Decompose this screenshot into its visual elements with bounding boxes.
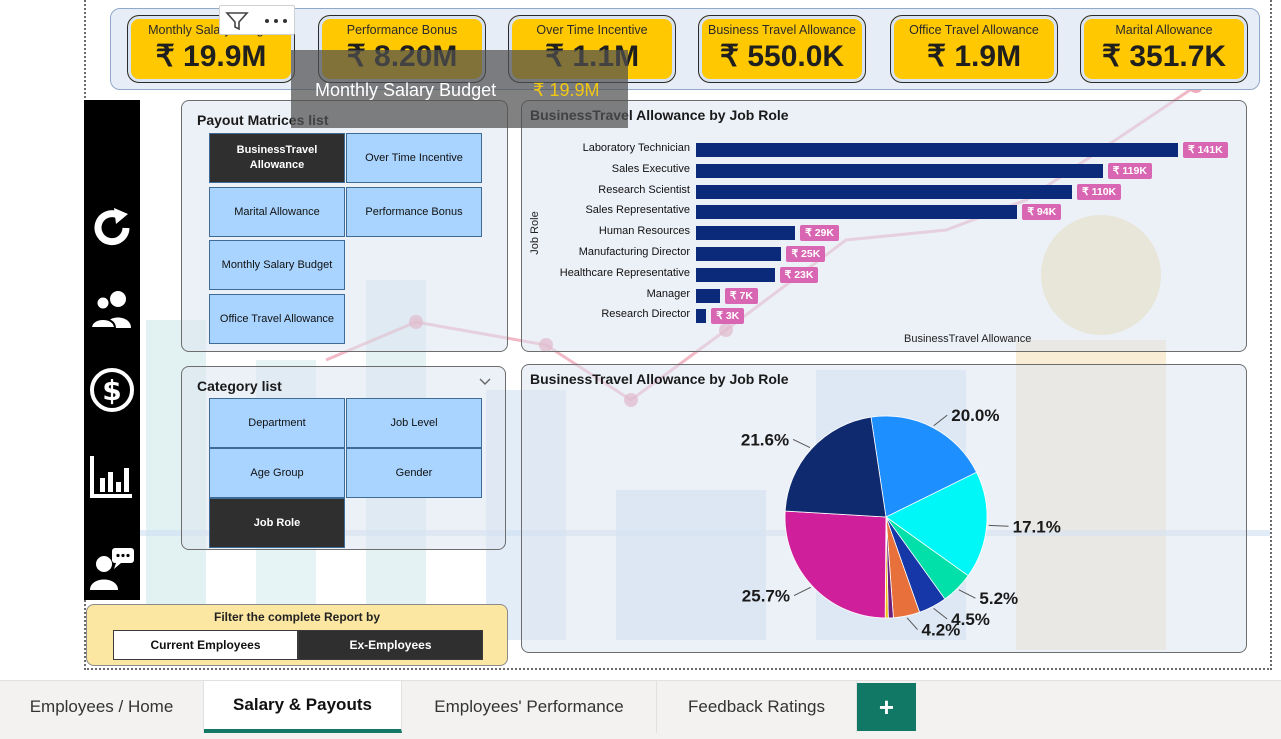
- bar[interactable]: [696, 163, 1103, 178]
- navigation-sidebar: $: [84, 100, 140, 600]
- bar-data-label: ₹ 7K: [724, 287, 758, 304]
- kpi-value: ₹ 351.7K: [1101, 40, 1227, 73]
- bar-category-label: Human Resources: [598, 225, 690, 238]
- bar-chart-panel: BusinessTravel Allowance by Job Role Job…: [521, 100, 1247, 352]
- bar[interactable]: [696, 267, 775, 282]
- tab-employees-performance[interactable]: Employees' Performance: [402, 681, 657, 733]
- kpi-label: Marital Allowance: [1115, 23, 1213, 37]
- pie-slice[interactable]: [784, 510, 887, 619]
- bar-data-label: ₹ 141K: [1183, 142, 1228, 158]
- bar-chart-icon[interactable]: [88, 452, 136, 500]
- bar[interactable]: [696, 143, 1178, 157]
- pie-chart-panel: BusinessTravel Allowance by Job Role 20.…: [521, 364, 1247, 653]
- bar[interactable]: [696, 205, 1018, 220]
- slicer-item-department[interactable]: Department: [209, 398, 345, 448]
- payout-matrices-slicer: Payout Matrices list BusinessTravel Allo…: [181, 100, 508, 352]
- bar-category-label: Healthcare Representative: [559, 266, 690, 279]
- pie-leader-line: [933, 607, 948, 620]
- feedback-icon[interactable]: [88, 544, 136, 592]
- refresh-icon[interactable]: [88, 204, 136, 252]
- pie-data-label: 25.7%: [742, 587, 790, 606]
- kpi-value: ₹ 550.0K: [719, 40, 845, 73]
- current-employees-button[interactable]: Current Employees: [113, 630, 298, 660]
- pie-data-label: 5.2%: [979, 589, 1018, 608]
- bar-category-label: Manufacturing Director: [578, 246, 690, 258]
- kpi-card-office-travel[interactable]: Office Travel Allowance ₹ 1.9M: [890, 15, 1058, 83]
- slicer-item-age-group[interactable]: Age Group: [209, 448, 345, 498]
- slicer-item-job-level[interactable]: Job Level: [346, 398, 482, 448]
- bar[interactable]: [696, 184, 1073, 199]
- pie-data-label: 4.2%: [922, 621, 961, 640]
- dollar-icon[interactable]: $: [88, 366, 136, 414]
- slicer-item-gender[interactable]: Gender: [346, 448, 482, 498]
- bar-data-label: ₹ 23K: [779, 266, 819, 283]
- pie-data-label: 21.6%: [741, 430, 789, 449]
- bar-data-label: ₹ 25K: [786, 246, 826, 262]
- bar-data-label: ₹ 29K: [800, 225, 839, 242]
- pie-data-label: 17.1%: [1013, 517, 1061, 536]
- bar-data-label: ₹ 110K: [1077, 183, 1122, 200]
- panel-title: Category list: [197, 378, 282, 394]
- bar-category-label: Laboratory Technician: [582, 142, 690, 154]
- pie-leader-line: [906, 617, 918, 630]
- pie-slice[interactable]: [784, 416, 887, 518]
- svg-text:$: $: [102, 374, 121, 407]
- bar-category-label: Research Scientist: [598, 183, 690, 196]
- bar-category-label: Manager: [646, 287, 690, 300]
- bar[interactable]: [696, 288, 720, 303]
- bar-category-label: Research Director: [601, 308, 690, 321]
- pie-chart: 20.0%17.1%5.2%4.5%4.2%25.7%21.6%: [741, 406, 1061, 640]
- pie-data-label: 20.0%: [951, 406, 999, 425]
- filter-icon[interactable]: [225, 10, 249, 32]
- kpi-value: ₹ 1.9M: [926, 40, 1022, 73]
- x-axis-title: BusinessTravel Allowance: [904, 333, 1032, 345]
- tooltip-label: Monthly Salary Budget: [315, 80, 497, 100]
- employee-filter-bar: Filter the complete Report by Current Em…: [86, 604, 508, 666]
- kpi-label: Business Travel Allowance: [708, 23, 856, 37]
- pie-leader-line: [792, 438, 811, 448]
- tooltip: Monthly Salary Budget ₹ 19.9M: [291, 50, 628, 128]
- tab-feedback-ratings[interactable]: Feedback Ratings: [657, 681, 857, 733]
- kpi-value: ₹ 19.9M: [155, 40, 267, 73]
- bar[interactable]: [696, 309, 707, 324]
- tab-salary-payouts[interactable]: Salary & Payouts: [204, 681, 402, 733]
- slicer-item-office-travel[interactable]: Office Travel Allowance: [209, 294, 345, 344]
- bar-data-label: ₹ 3K: [711, 308, 745, 325]
- slicer-item-performance[interactable]: Performance Bonus: [346, 187, 482, 237]
- users-icon[interactable]: [88, 286, 136, 334]
- slicer-item-job-role[interactable]: Job Role: [209, 498, 345, 548]
- pie-leader-line: [793, 586, 811, 596]
- slicer-item-marital[interactable]: Marital Allowance: [209, 187, 345, 237]
- kpi-card-marital-allowance[interactable]: Marital Allowance ₹ 351.7K: [1080, 15, 1248, 83]
- bar[interactable]: [696, 247, 782, 261]
- filter-bar-title: Filter the complete Report by: [213, 610, 381, 624]
- bar-category-label: Sales Representative: [585, 204, 690, 217]
- slicer-item-business-travel[interactable]: BusinessTravel Allowance: [209, 133, 345, 183]
- kpi-label: Performance Bonus: [346, 23, 458, 37]
- add-page-button[interactable]: +: [857, 683, 916, 731]
- chevron-down-icon[interactable]: [478, 377, 492, 387]
- pie-leader-line: [958, 589, 976, 599]
- more-options-icon[interactable]: [262, 12, 290, 30]
- kpi-card-business-travel[interactable]: Business Travel Allowance ₹ 550.0K: [698, 15, 866, 83]
- tooltip-value: ₹ 19.9M: [533, 80, 600, 100]
- kpi-label: Over Time Incentive: [536, 23, 648, 37]
- bar-data-label: ₹ 94K: [1022, 204, 1062, 221]
- category-slicer: Category list Department Job Level Age G…: [181, 366, 506, 550]
- bar-data-label: ₹ 119K: [1107, 162, 1152, 179]
- page-tab-bar: Employees / Home Salary & Payouts Employ…: [0, 680, 1281, 739]
- bar[interactable]: [696, 226, 796, 241]
- ex-employees-button[interactable]: Ex-Employees: [298, 630, 483, 660]
- bar-category-label: Sales Executive: [611, 162, 690, 175]
- tab-employees-home[interactable]: Employees / Home: [0, 681, 204, 733]
- pie-leader-line: [988, 524, 1009, 527]
- slicer-item-overtime[interactable]: Over Time Incentive: [346, 133, 482, 183]
- slicer-item-monthly-salary[interactable]: Monthly Salary Budget: [209, 240, 345, 290]
- kpi-label: Office Travel Allowance: [909, 23, 1039, 37]
- visual-header-toolbar: [219, 5, 295, 35]
- pie-leader-line: [933, 414, 948, 427]
